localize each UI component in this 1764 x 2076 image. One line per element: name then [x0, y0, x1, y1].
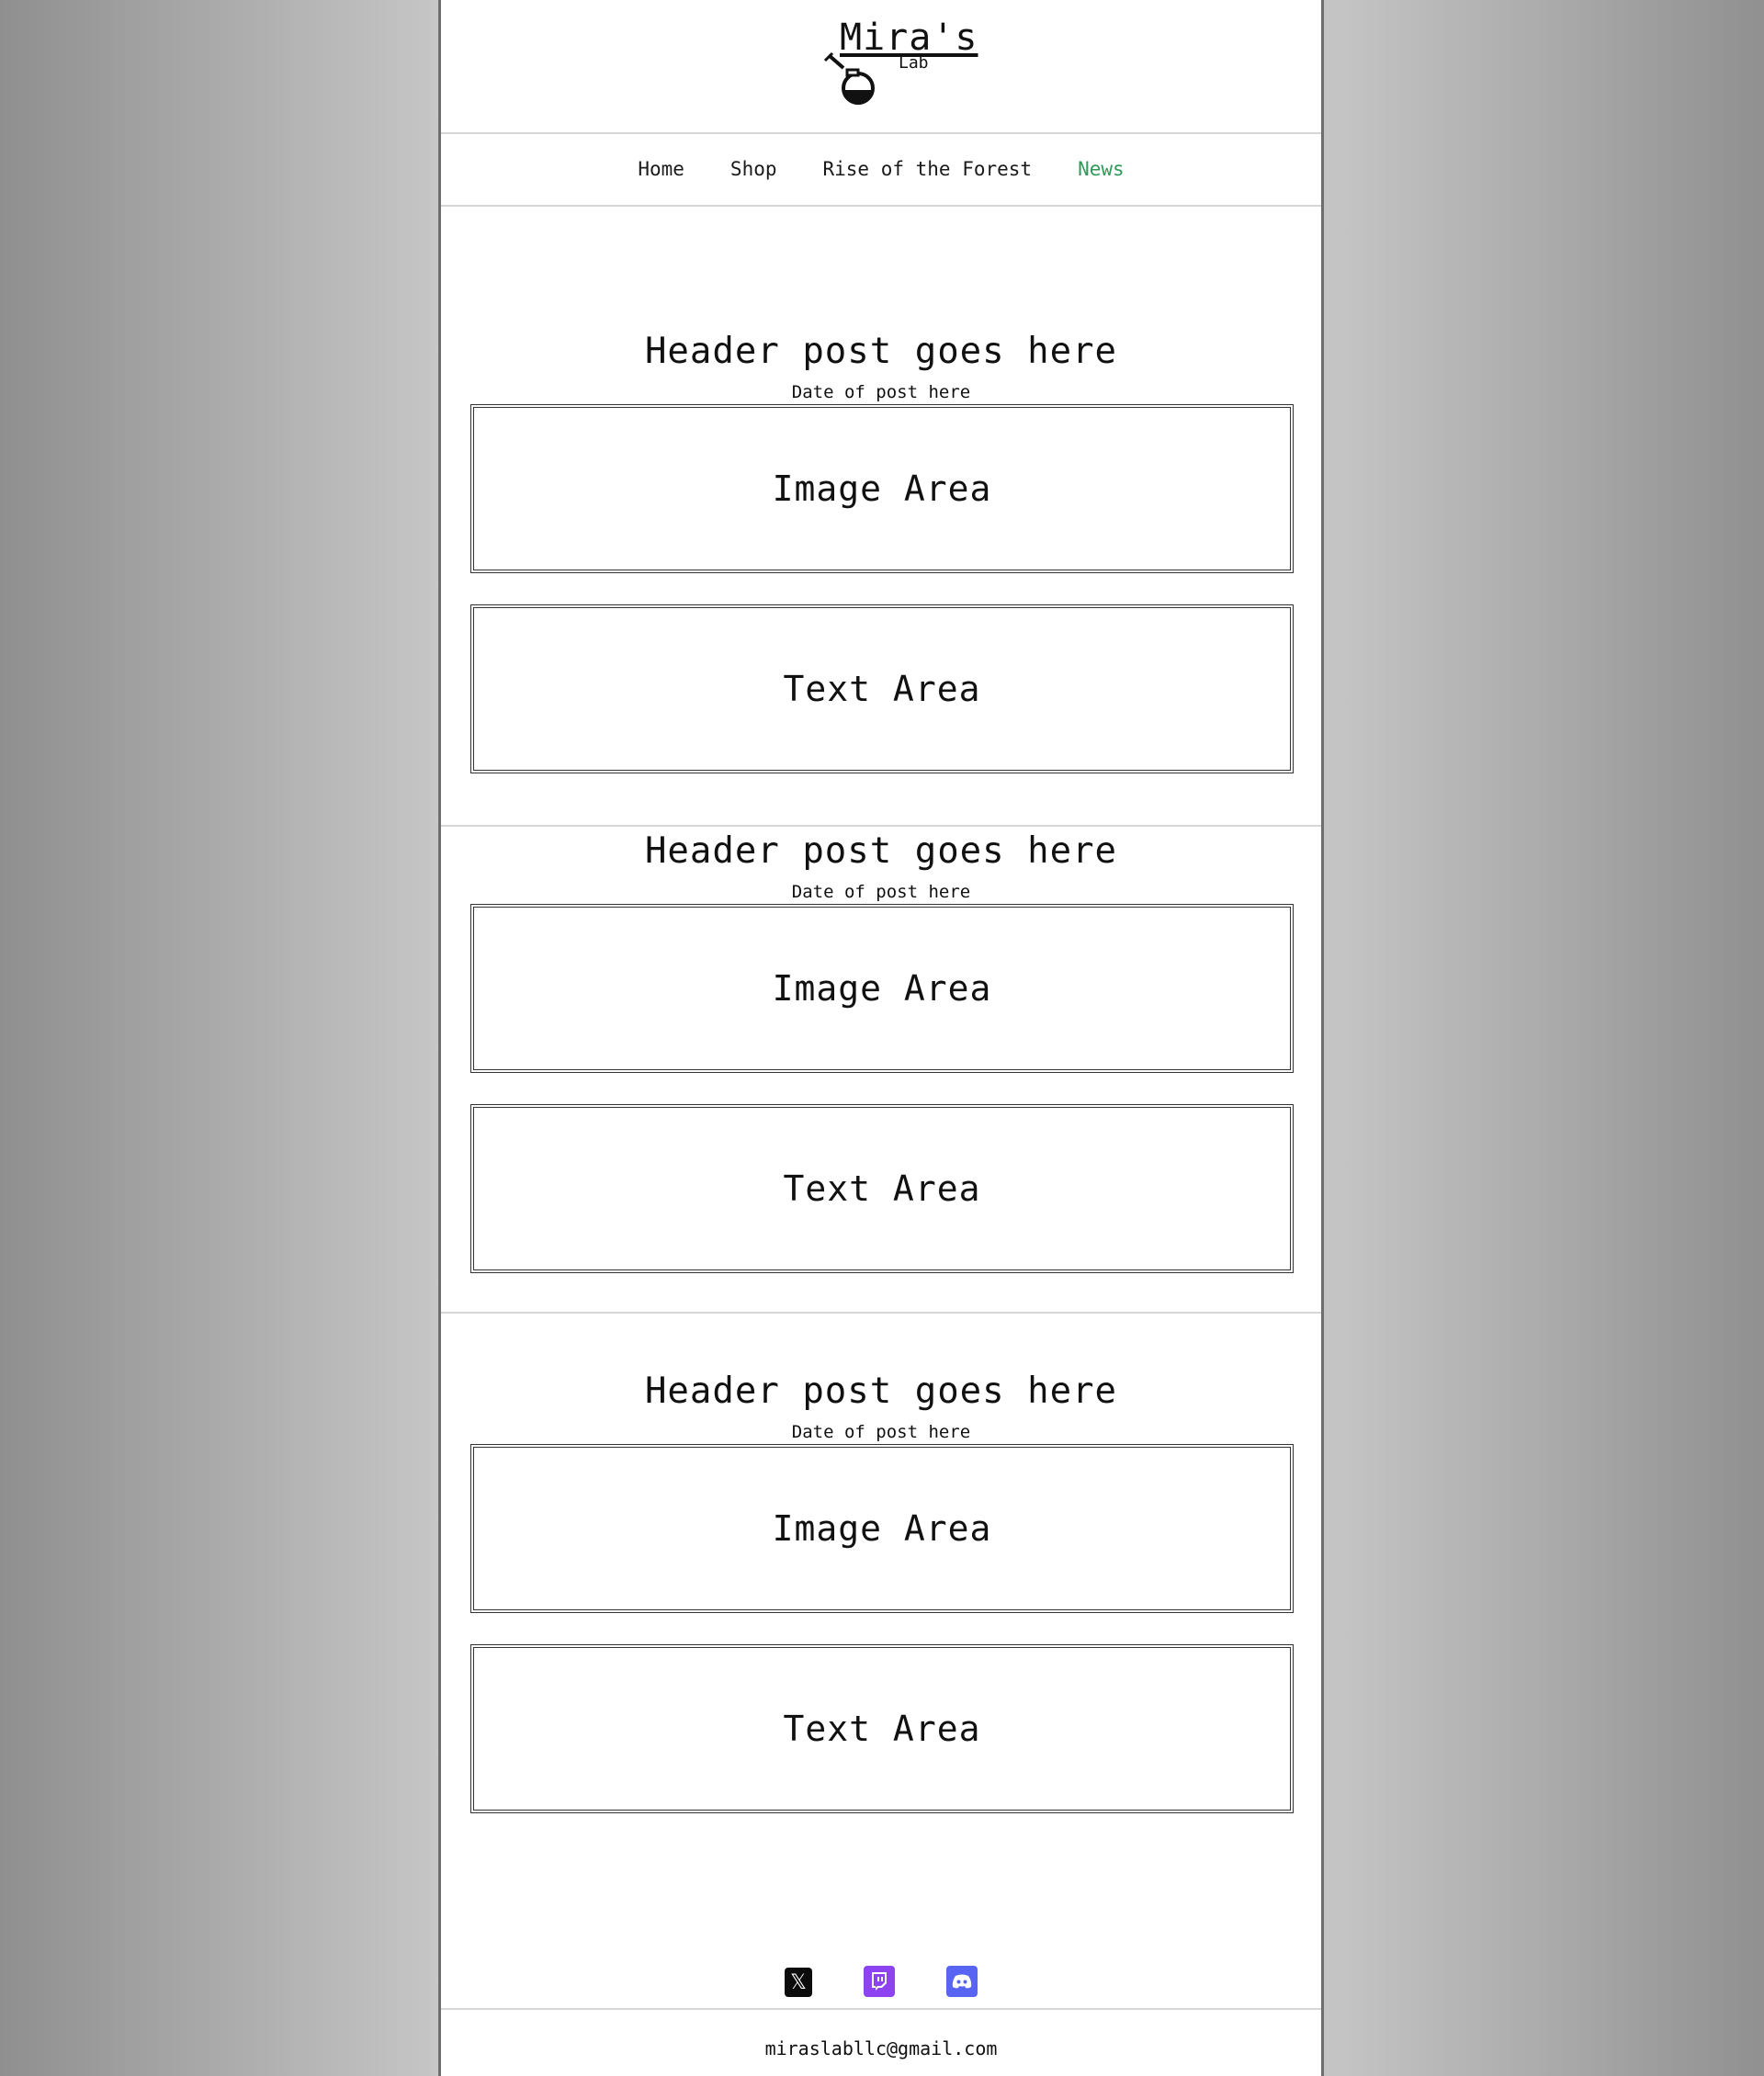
nav-item-home[interactable]: Home — [638, 154, 684, 191]
post-image-area: Image Area — [470, 1444, 1294, 1613]
post-title: Header post goes here — [644, 830, 1118, 872]
discord-glyph — [952, 1974, 972, 1989]
flask-icon — [823, 51, 875, 105]
discord-icon[interactable] — [946, 1966, 978, 1997]
x-twitter-icon[interactable]: 𝕏 — [785, 1968, 812, 1997]
post-date: Date of post here — [791, 882, 971, 902]
nav-divider — [441, 205, 1321, 207]
page-container: Mira's Lab Home Shop Rise of the Forest … — [438, 0, 1324, 2076]
nav-item-rise-of-the-forest[interactable]: Rise of the Forest — [823, 154, 1033, 191]
nav-item-shop[interactable]: Shop — [730, 154, 777, 191]
logo-subtitle: Lab — [899, 53, 929, 73]
post-divider — [441, 1312, 1321, 1314]
twitch-glyph — [872, 1972, 887, 1991]
main-nav: Home Shop Rise of the Forest News — [441, 154, 1321, 191]
header-divider — [441, 132, 1321, 134]
twitch-icon[interactable] — [864, 1966, 895, 1997]
contact-email[interactable]: miraslabllc@gmail.com — [441, 2037, 1321, 2059]
post-text-area: Text Area — [470, 604, 1294, 773]
post-image-area: Image Area — [470, 904, 1294, 1073]
post-image-area: Image Area — [470, 404, 1294, 573]
post-date: Date of post here — [791, 382, 971, 402]
post-divider — [441, 825, 1321, 827]
post-title: Header post goes here — [644, 1371, 1118, 1412]
post-text-area: Text Area — [470, 1644, 1294, 1813]
site-logo[interactable]: Mira's Lab — [441, 17, 1321, 105]
social-links: 𝕏 — [441, 1966, 1321, 2003]
post-date: Date of post here — [791, 1422, 971, 1442]
nav-item-news[interactable]: News — [1078, 154, 1125, 191]
post-text-area: Text Area — [470, 1104, 1294, 1273]
footer-divider — [441, 2008, 1321, 2010]
post-title: Header post goes here — [644, 331, 1118, 372]
